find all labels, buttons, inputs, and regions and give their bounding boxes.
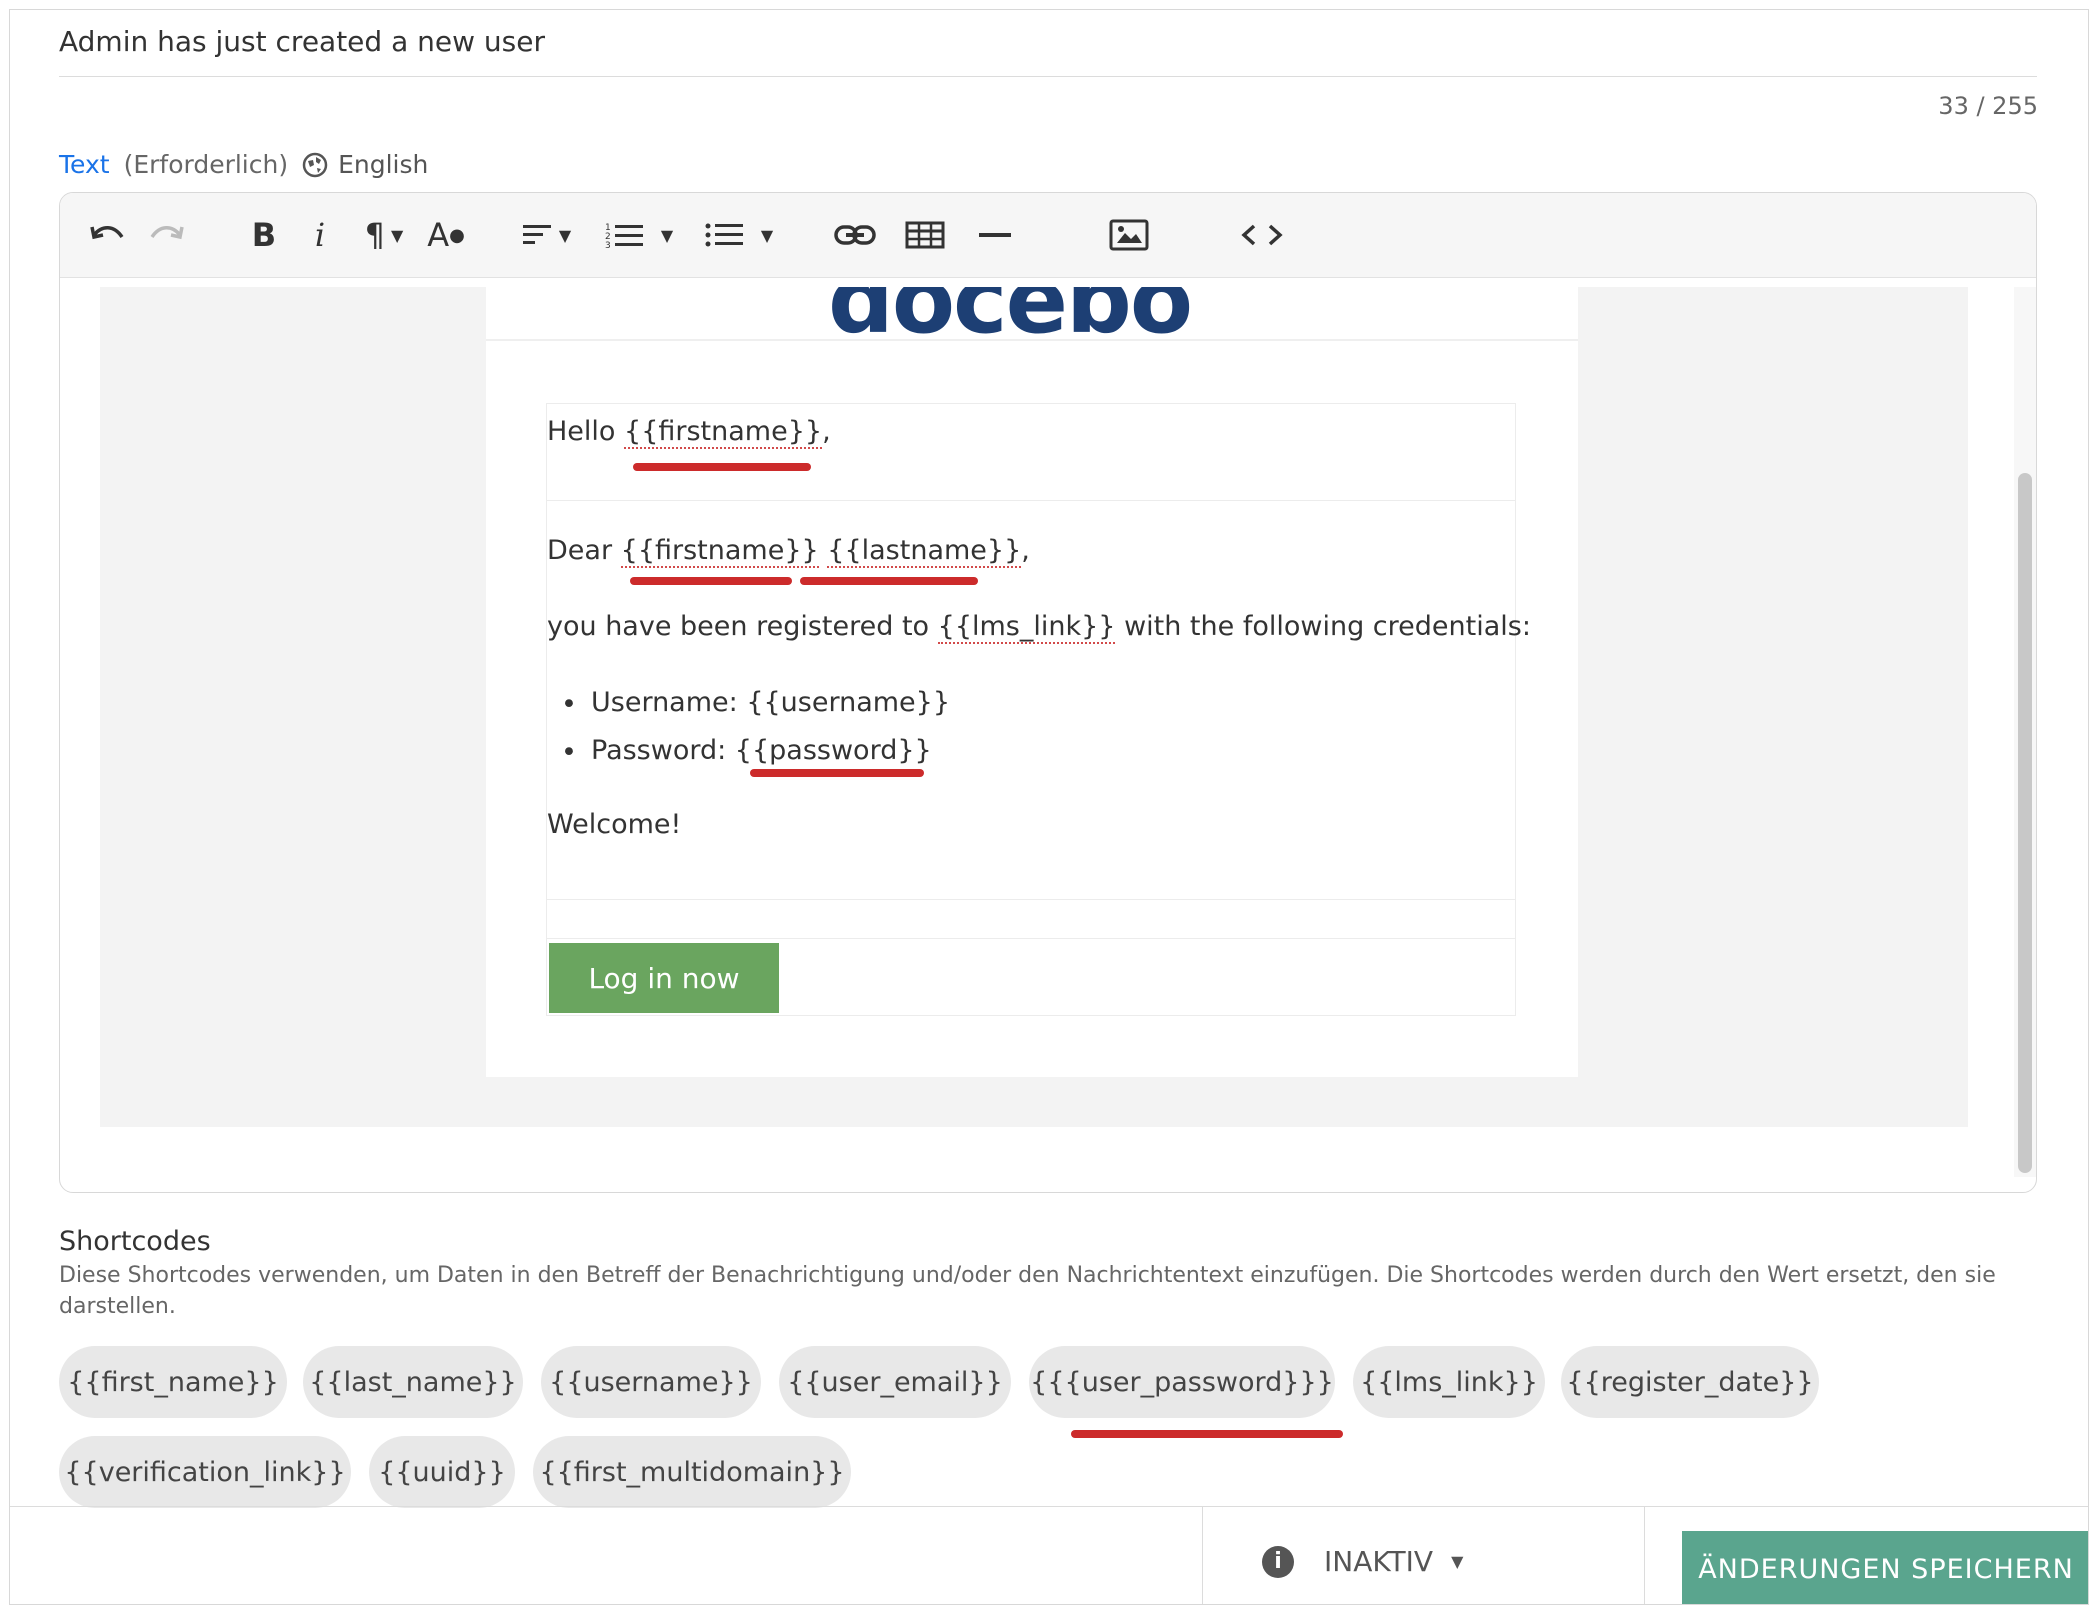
- shortcode-chip[interactable]: {{first_multidomain}}: [533, 1436, 851, 1508]
- status-dropdown[interactable]: i INAKTIV ▼: [1262, 1545, 1463, 1578]
- save-changes-button[interactable]: ÄNDERUNGEN SPEICHERN: [1682, 1531, 2088, 1604]
- text-field-label: Text (Erforderlich) English: [59, 150, 428, 179]
- email-preview-canvas: docebo Hello {{firstname}}, Dear {{first…: [100, 287, 1968, 1127]
- annotation-underline: [630, 577, 792, 585]
- bullet-dot: •: [561, 737, 577, 768]
- shortcode-chip[interactable]: {{last_name}}: [303, 1346, 523, 1418]
- annotation-underline: [800, 577, 978, 585]
- info-icon[interactable]: i: [1262, 1545, 1294, 1578]
- shortcode-chip[interactable]: {{lms_link}}: [1353, 1346, 1545, 1418]
- redo-icon[interactable]: [146, 209, 186, 261]
- unordered-list-icon[interactable]: ▼: [694, 209, 784, 261]
- svg-text:3: 3: [605, 241, 611, 249]
- globe-icon: [302, 152, 328, 177]
- shortcode-lastname: {{lastname}}: [827, 535, 1022, 568]
- dear-line: Dear {{firstname}} {{lastname}},: [547, 535, 1030, 568]
- table-icon[interactable]: [900, 209, 950, 261]
- character-counter: 33 / 255: [1938, 92, 2038, 120]
- shortcode-lms-link: {{lms_link}}: [937, 611, 1116, 644]
- shortcode-chip[interactable]: {{uuid}}: [369, 1436, 515, 1508]
- shortcode-chip[interactable]: {{first_name}}: [59, 1346, 287, 1418]
- shortcode-chip[interactable]: {{verification_link}}: [59, 1436, 351, 1508]
- status-label: INAKTIV: [1324, 1545, 1434, 1578]
- chevron-down-icon: ▼: [1451, 1552, 1464, 1571]
- shortcodes-description: Diese Shortcodes verwenden, um Daten in …: [59, 1263, 1996, 1319]
- footer-divider: [1644, 1507, 1645, 1604]
- text-label: Text: [59, 150, 110, 179]
- horizontal-rule-icon[interactable]: [970, 209, 1020, 261]
- align-icon[interactable]: ▼: [512, 209, 582, 261]
- logo-row: docebo: [486, 287, 1578, 341]
- shortcode-password: {{password}}: [734, 735, 932, 766]
- docebo-logo: docebo: [828, 287, 1193, 341]
- shortcode-chip[interactable]: {{user_email}}: [779, 1346, 1011, 1418]
- paragraph-format-icon[interactable]: ¶ ▼: [354, 209, 414, 261]
- password-line: Password: {{password}}: [591, 735, 932, 766]
- language-label: English: [338, 150, 429, 179]
- rich-text-editor: B i ¶ ▼ A ● ▼ 1 2 3 ▼ ▼ docebo Hello {{f…: [59, 192, 2037, 1193]
- bullet-dot: •: [561, 689, 577, 720]
- annotation-underline: [750, 769, 924, 777]
- email-content[interactable]: Hello {{firstname}}, Dear {{firstname}} …: [546, 403, 1531, 1016]
- subject-input[interactable]: Admin has just created a new user: [59, 14, 2037, 77]
- text-color-icon[interactable]: A ●: [426, 209, 466, 261]
- welcome-line: Welcome!: [547, 809, 682, 840]
- ordered-list-icon[interactable]: 1 2 3 ▼: [594, 209, 684, 261]
- editor-scrollbar[interactable]: [2018, 473, 2032, 1173]
- link-icon[interactable]: [830, 209, 880, 261]
- registered-line: you have been registered to {{lms_link}}…: [547, 611, 1531, 644]
- shortcode-chip[interactable]: {{{user_password}}}: [1029, 1346, 1335, 1418]
- language-indicator[interactable]: English: [302, 150, 428, 179]
- editor-toolbar: B i ¶ ▼ A ● ▼ 1 2 3 ▼ ▼: [60, 193, 2036, 278]
- footer-divider: [1202, 1507, 1203, 1604]
- spacer-section: [547, 900, 1515, 939]
- log-in-now-button[interactable]: Log in now: [549, 943, 779, 1013]
- shortcode-chip[interactable]: {{register_date}}: [1561, 1346, 1819, 1418]
- shortcode-chip[interactable]: {{username}}: [541, 1346, 761, 1418]
- body-section: Dear {{firstname}} {{lastname}}, you hav…: [547, 501, 1531, 900]
- undo-icon[interactable]: [88, 209, 128, 261]
- annotation-underline: [633, 463, 811, 471]
- greeting-line: Hello {{firstname}},: [547, 416, 831, 449]
- annotation-underline: [1071, 1430, 1343, 1438]
- subject-value: Admin has just created a new user: [59, 25, 545, 58]
- shortcode-firstname: {{firstname}}: [624, 416, 823, 449]
- italic-icon[interactable]: i: [300, 209, 340, 261]
- code-view-icon[interactable]: [1232, 209, 1292, 261]
- footer-bar: i INAKTIV ▼ ÄNDERUNGEN SPEICHERN: [10, 1506, 2088, 1604]
- email-template: docebo Hello {{firstname}}, Dear {{first…: [486, 287, 1578, 1077]
- button-section: Log in now: [547, 939, 1515, 1015]
- username-line: Username: {{username}}: [591, 687, 951, 718]
- required-label: (Erforderlich): [123, 150, 289, 179]
- greeting-section: Hello {{firstname}},: [547, 404, 1515, 501]
- shortcodes-title: Shortcodes: [59, 1226, 211, 1257]
- bold-icon[interactable]: B: [244, 209, 284, 261]
- notification-editor: Admin has just created a new user 33 / 2…: [9, 9, 2089, 1605]
- image-icon[interactable]: [1104, 209, 1154, 261]
- shortcode-firstname: {{firstname}}: [620, 535, 819, 568]
